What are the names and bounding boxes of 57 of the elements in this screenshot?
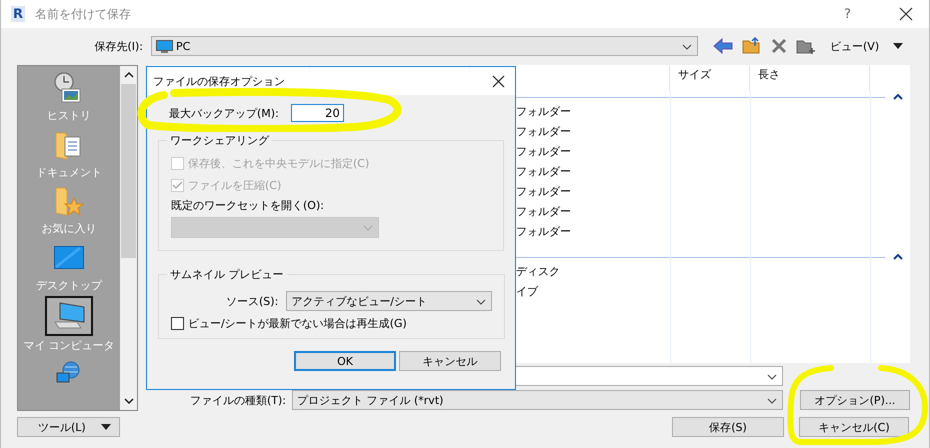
folder-up-icon[interactable] bbox=[742, 37, 762, 55]
file-type-cell: イブ bbox=[516, 284, 538, 298]
cancel-button[interactable]: キャンセル bbox=[399, 351, 501, 371]
delete-icon[interactable] bbox=[770, 37, 788, 55]
desktop-icon bbox=[54, 246, 84, 270]
checkbox[interactable] bbox=[171, 316, 184, 330]
scroll-up-icon[interactable] bbox=[124, 72, 134, 78]
chevron-icon bbox=[682, 44, 692, 50]
source-label: ソース(S): bbox=[226, 294, 278, 308]
checkbox-label: ビュー/シートが最新でない場合は再生成(G) bbox=[188, 316, 407, 330]
max-backup-field[interactable]: 20 bbox=[290, 104, 344, 122]
save-button[interactable]: 保存(S) bbox=[672, 417, 784, 437]
chevron-icon bbox=[363, 225, 373, 231]
caret-icon[interactable] bbox=[893, 43, 904, 49]
save-in-label: 保存先(I): bbox=[93, 38, 143, 54]
close-icon[interactable] bbox=[899, 7, 913, 21]
checkbox-label: ファイルを圧縮(C) bbox=[188, 178, 282, 192]
computer-icon bbox=[51, 301, 87, 332]
options-button[interactable]: オプション(P)... bbox=[800, 390, 910, 410]
file-type-cell: フォルダー bbox=[516, 204, 571, 218]
collapse-icon[interactable] bbox=[893, 94, 903, 100]
group-title: ワークシェアリング bbox=[169, 133, 270, 148]
back-arrow-icon[interactable] bbox=[712, 37, 734, 55]
window-title: 名前を付けて保存 bbox=[35, 6, 132, 22]
save-in-dropdown[interactable]: PC bbox=[151, 36, 698, 56]
app-logo: R bbox=[11, 6, 25, 22]
dialog-title: ファイルの保存オプション bbox=[153, 74, 285, 88]
file-type-cell: ディスク bbox=[516, 264, 560, 278]
column-header[interactable]: 長さ bbox=[750, 65, 870, 91]
file-type-cell: フォルダー bbox=[516, 164, 571, 178]
caret-icon bbox=[101, 424, 111, 430]
group-title: サムネイル プレビュー bbox=[169, 267, 284, 282]
file-type-cell: フォルダー bbox=[516, 104, 571, 118]
tools-button[interactable]: ツール(L) bbox=[17, 417, 120, 437]
chevron-icon bbox=[476, 299, 486, 305]
view-menu[interactable]: ビュー(V) bbox=[830, 38, 880, 54]
chevron-icon bbox=[767, 398, 777, 404]
help-button[interactable]: ? bbox=[844, 6, 851, 22]
collapse-icon[interactable] bbox=[893, 254, 903, 260]
source-dropdown[interactable]: アクティブなビュー/シート bbox=[286, 291, 492, 311]
scroll-down-icon[interactable] bbox=[124, 398, 134, 404]
ok-button[interactable]: OK bbox=[294, 351, 396, 371]
scrollbar[interactable] bbox=[120, 66, 137, 410]
file-type-cell: フォルダー bbox=[516, 224, 571, 238]
file-type-cell: フォルダー bbox=[516, 184, 571, 198]
max-backup-label: 最大バックアップ(M): bbox=[169, 106, 279, 120]
chevron-icon bbox=[767, 374, 777, 380]
monitor-icon bbox=[156, 40, 173, 52]
file-type-dropdown[interactable]: プロジェクト ファイル (*rvt) bbox=[292, 390, 783, 410]
workset-label: 既定のワークセットを開く(O): bbox=[171, 198, 325, 213]
checkbox-label: 保存後、これを中央モデルに指定(C) bbox=[188, 156, 370, 170]
column-header[interactable]: サイズ bbox=[670, 65, 750, 91]
file-type-label: ファイルの種類(T): bbox=[190, 394, 286, 407]
close-icon[interactable] bbox=[492, 74, 505, 88]
cancel-button[interactable]: キャンセル(C) bbox=[799, 417, 909, 437]
file-type-cell: フォルダー bbox=[516, 124, 571, 138]
file-type-cell: フォルダー bbox=[516, 144, 571, 158]
